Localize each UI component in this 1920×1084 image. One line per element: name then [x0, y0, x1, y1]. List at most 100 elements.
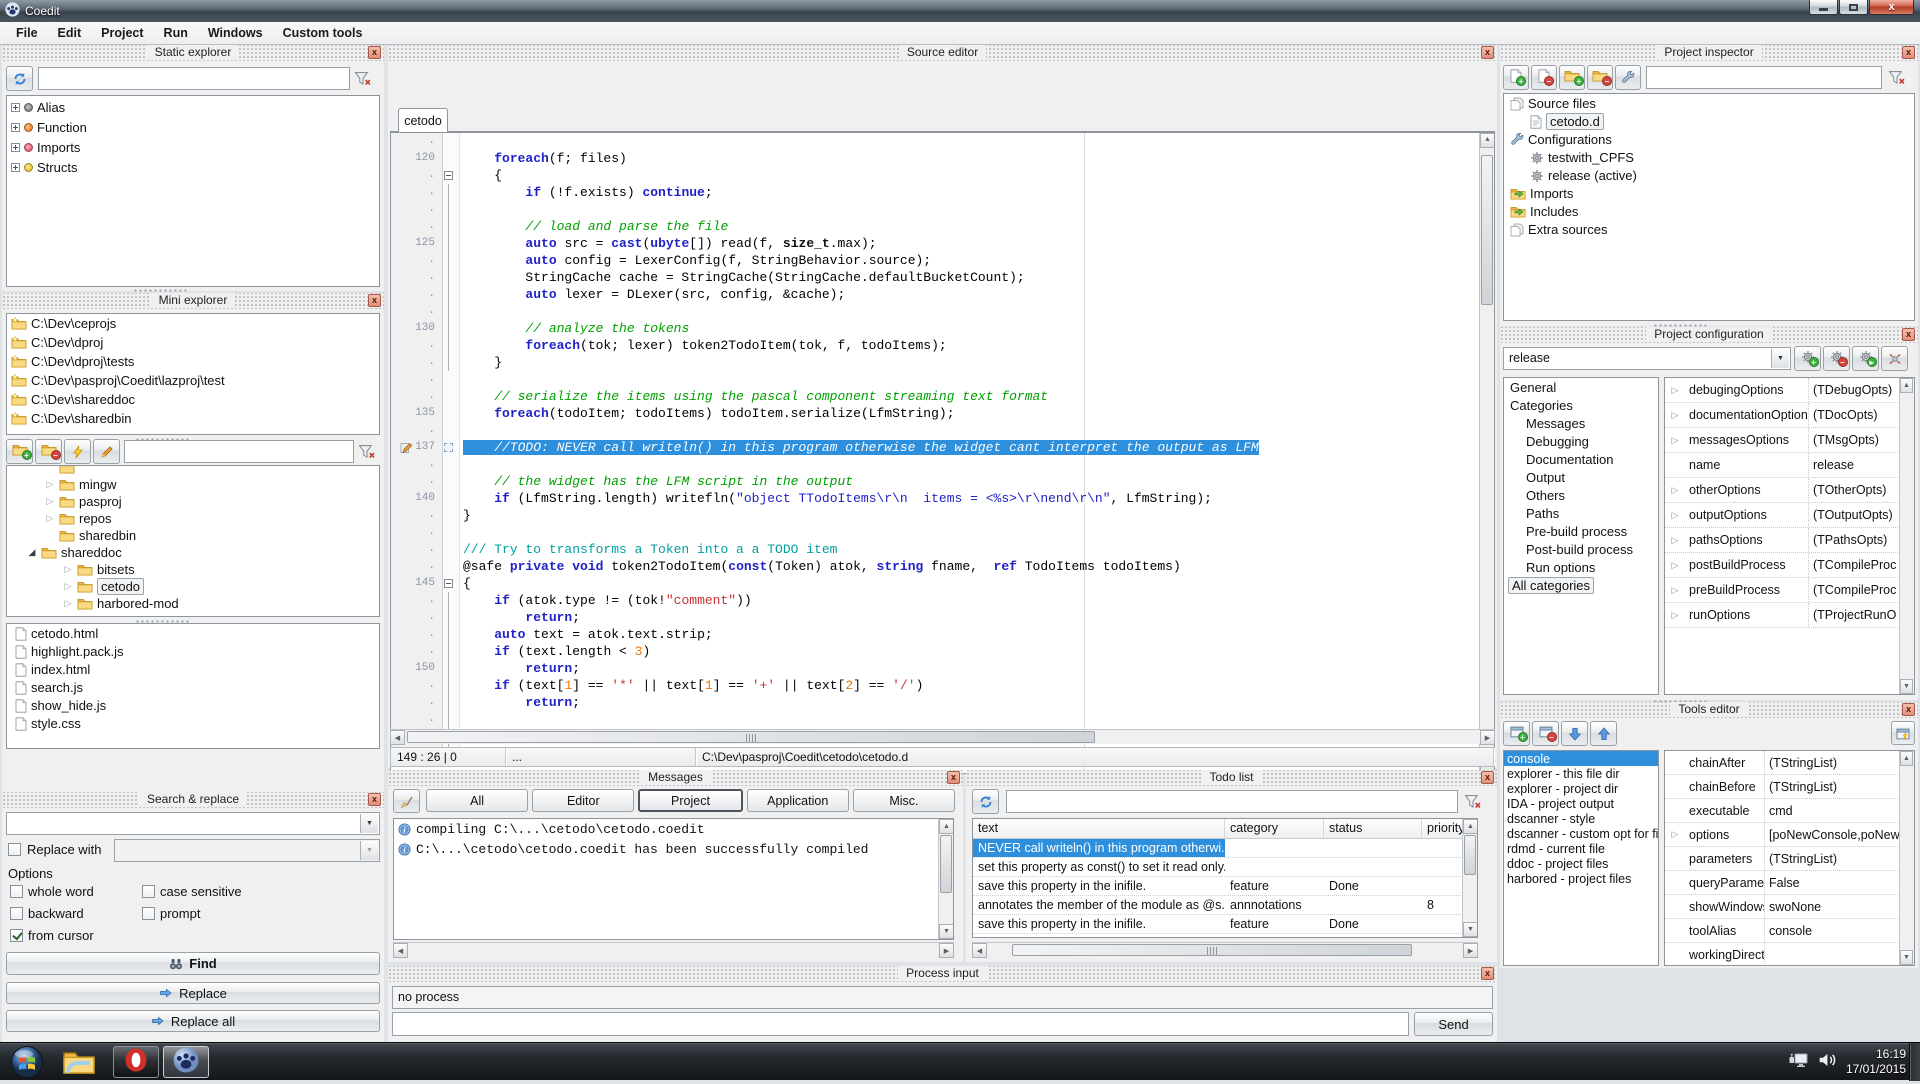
todo-row[interactable]: save this property in the inifile.featur…: [973, 915, 1477, 934]
option-case-sensitive[interactable]: case sensitive: [142, 884, 242, 899]
fold-gutter[interactable]: [443, 473, 460, 490]
filter-icon[interactable]: [358, 443, 376, 459]
editor-vertical-scrollbar[interactable]: ▲ ▼: [1479, 133, 1494, 773]
close-panel-icon[interactable]: x: [1902, 328, 1915, 341]
remove-favorite-button[interactable]: –: [35, 439, 62, 464]
code-line[interactable]: . {: [391, 167, 1478, 184]
file-item[interactable]: style.css: [7, 714, 379, 732]
close-panel-icon[interactable]: x: [1481, 967, 1494, 980]
config-category[interactable]: Others: [1504, 486, 1658, 504]
fold-gutter[interactable]: [443, 507, 460, 524]
fold-gutter[interactable]: [443, 269, 460, 286]
clock[interactable]: 16:19 17/01/2015: [1846, 1047, 1906, 1077]
volume-tray-icon[interactable]: [1818, 1052, 1838, 1073]
tool-item[interactable]: dscanner - style: [1504, 811, 1658, 826]
todo-column-status[interactable]: status: [1324, 819, 1422, 838]
add-favorite-button[interactable]: +: [6, 439, 33, 464]
fold-gutter[interactable]: [443, 235, 460, 252]
fold-gutter[interactable]: [443, 643, 460, 660]
add-file-button[interactable]: +: [1503, 65, 1529, 90]
expand-icon[interactable]: [11, 103, 20, 112]
tool-grid-row[interactable]: chainBefore(TStringList): [1665, 775, 1914, 799]
todo-row[interactable]: save this property in the inifile.featur…: [973, 877, 1477, 896]
expander-icon[interactable]: ▷: [1665, 510, 1685, 521]
fold-gutter[interactable]: [443, 660, 460, 677]
config-category[interactable]: Run options: [1504, 558, 1658, 576]
tool-item[interactable]: rdmd - current file: [1504, 841, 1658, 856]
option-whole-word[interactable]: whole word: [10, 884, 94, 899]
fold-gutter[interactable]: [443, 252, 460, 269]
fold-gutter[interactable]: [443, 524, 460, 541]
replace-with-checkbox[interactable]: [8, 843, 21, 856]
favorite-item[interactable]: C:\Dev\pasproj\Coedit\lazproj\test: [7, 371, 379, 390]
fold-gutter[interactable]: [443, 405, 460, 422]
fold-gutter[interactable]: [443, 541, 460, 558]
todo-column-priority[interactable]: priority: [1422, 819, 1465, 838]
code-line[interactable]: .: [391, 524, 1478, 541]
tool-grid-scrollbar[interactable]: ▲ ▼: [1899, 751, 1914, 965]
code-line[interactable]: . auto text = atok.text.strip;: [391, 626, 1478, 643]
add-config-button[interactable]: +: [1794, 346, 1821, 371]
folder-tree-item[interactable]: ◢shareddoc: [7, 544, 379, 561]
option-backward[interactable]: backward: [10, 906, 84, 921]
tool-grid-row[interactable]: executablecmd: [1665, 799, 1914, 823]
config-category[interactable]: Output: [1504, 468, 1658, 486]
edit-button[interactable]: [93, 439, 120, 464]
expand-icon[interactable]: [11, 163, 20, 172]
code-line[interactable]: . // serialize the items using the pasca…: [391, 388, 1478, 405]
clone-config-button[interactable]: ▸: [1852, 346, 1879, 371]
fold-gutter[interactable]: [443, 320, 460, 337]
favorite-item[interactable]: C:\Dev\dproj: [7, 333, 379, 352]
network-tray-icon[interactable]: [1788, 1051, 1810, 1074]
expander-icon[interactable]: ▷: [1665, 585, 1685, 596]
close-panel-icon[interactable]: x: [368, 294, 381, 307]
tool-grid-row[interactable]: chainAfter(TStringList): [1665, 751, 1914, 775]
fold-gutter[interactable]: [443, 439, 460, 456]
explorer-taskbar-icon[interactable]: [62, 1047, 96, 1082]
config-category[interactable]: General: [1504, 378, 1658, 396]
tool-item[interactable]: explorer - this file dir: [1504, 766, 1658, 781]
config-category[interactable]: Debugging: [1504, 432, 1658, 450]
todo-filter-input[interactable]: [1006, 790, 1458, 813]
mini-filter-input[interactable]: [124, 440, 354, 463]
expander-icon[interactable]: ▷: [1665, 560, 1685, 571]
tool-item[interactable]: IDA - project output: [1504, 796, 1658, 811]
code-line[interactable]: . // load and parse the file: [391, 218, 1478, 235]
favorite-item[interactable]: C:\Dev\sharedbin: [7, 409, 379, 428]
code-line[interactable]: . if (text[1] == '*' || text[1] == '+' |…: [391, 677, 1478, 694]
todo-vertical-scrollbar[interactable]: ▲ ▼: [1462, 819, 1477, 937]
close-button[interactable]: x: [1869, 0, 1914, 15]
config-category[interactable]: Pre-build process: [1504, 522, 1658, 540]
config-grid-row[interactable]: ▷pathsOptions(TPathsOpts): [1665, 528, 1914, 553]
favorite-item[interactable]: C:\Dev\ceprojs: [7, 314, 379, 333]
static-tree-item[interactable]: Function: [7, 118, 379, 136]
expander-icon[interactable]: ▷: [1665, 435, 1685, 446]
config-grid-row[interactable]: ▷messagesOptions(TMsgOpts): [1665, 428, 1914, 453]
move-down-button[interactable]: [1561, 721, 1588, 746]
replace-all-button[interactable]: Replace all: [6, 1010, 380, 1032]
remove-file-button[interactable]: –: [1531, 65, 1557, 90]
inspector-item[interactable]: release (active): [1504, 166, 1914, 184]
fold-gutter[interactable]: [443, 626, 460, 643]
minimize-button[interactable]: [1809, 0, 1838, 15]
code-line[interactable]: . StringCache cache = StringCache(String…: [391, 269, 1478, 286]
config-grid-row[interactable]: ▷runOptions(TProjectRunO: [1665, 603, 1914, 628]
option-from-cursor[interactable]: from cursor: [10, 928, 94, 943]
config-category[interactable]: Paths: [1504, 504, 1658, 522]
code-line[interactable]: .@safe private void token2TodoItem(const…: [391, 558, 1478, 575]
filter-icon[interactable]: [1888, 69, 1906, 85]
fold-gutter[interactable]: [443, 711, 460, 728]
config-grid-row[interactable]: namerelease: [1665, 453, 1914, 478]
menu-edit[interactable]: Edit: [48, 26, 92, 40]
show-desktop-button[interactable]: [1909, 1043, 1920, 1081]
static-tree-item[interactable]: Structs: [7, 158, 379, 176]
folder-tree-item[interactable]: sharedbin: [7, 527, 379, 544]
fold-gutter[interactable]: [443, 558, 460, 575]
folder-tree-item[interactable]: ▷cetodo: [7, 578, 379, 595]
menu-custom-tools[interactable]: Custom tools: [273, 26, 373, 40]
code-line[interactable]: . foreach(tok; lexer) token2TodoItem(tok…: [391, 337, 1478, 354]
file-item[interactable]: show_hide.js: [7, 696, 379, 714]
config-category-all[interactable]: All categories: [1504, 576, 1658, 594]
expand-icon[interactable]: [11, 143, 20, 152]
add-tool-button[interactable]: +: [1503, 721, 1530, 746]
